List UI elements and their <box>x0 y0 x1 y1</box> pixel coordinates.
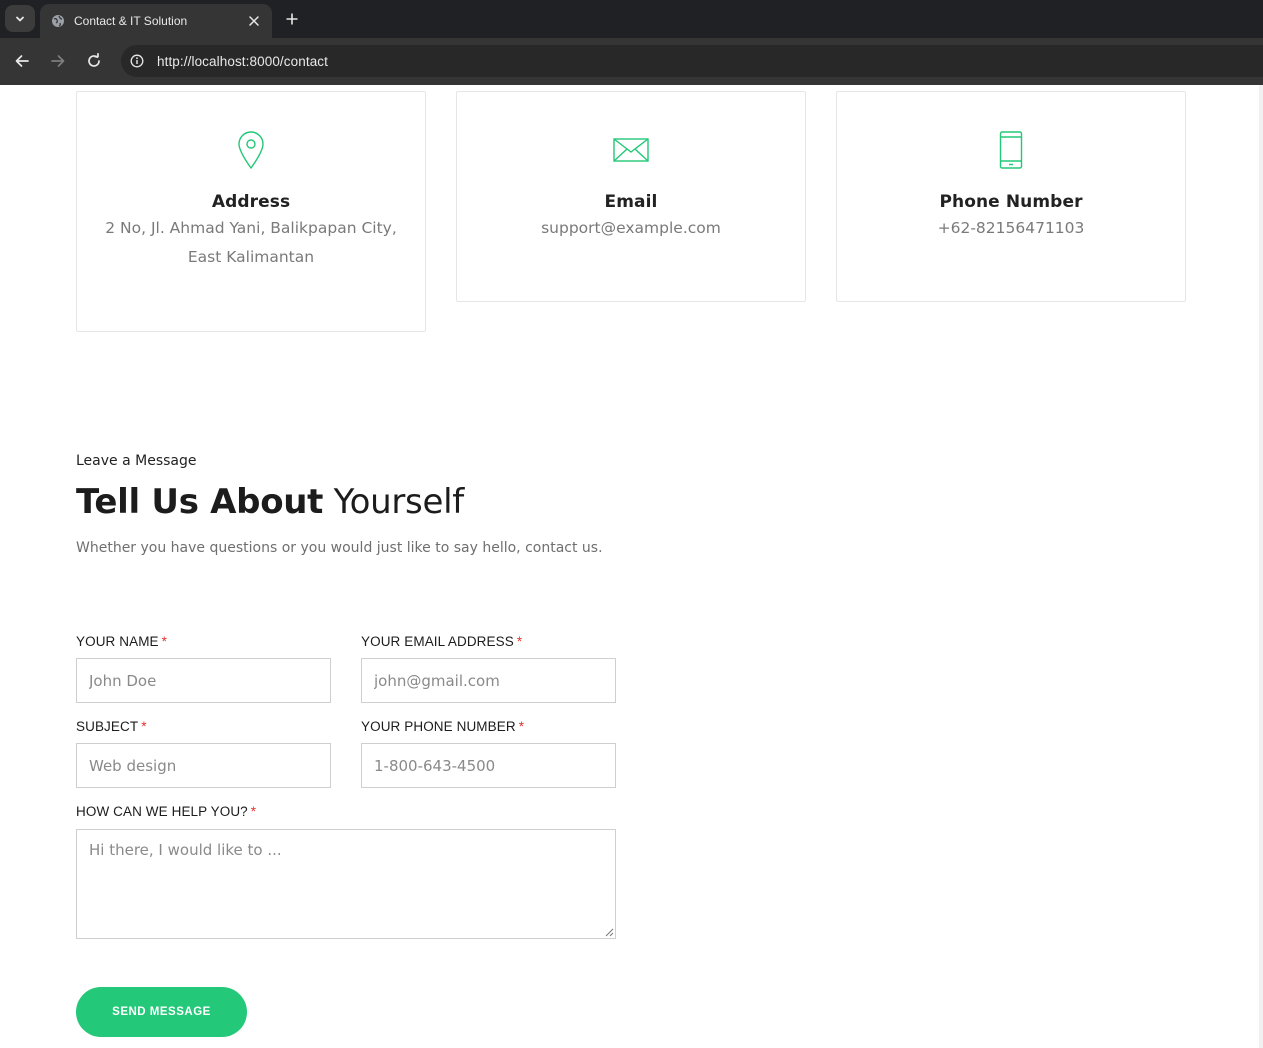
section-subtext: Whether you have questions or you would … <box>76 540 603 556</box>
card-text: support@example.com <box>457 214 805 243</box>
name-input[interactable] <box>76 658 331 703</box>
email-card: Email support@example.com <box>456 91 806 302</box>
address-line: 2 No, Jl. Ahmad Yani, Balikpapan City, <box>105 219 397 237</box>
email-input[interactable] <box>361 658 616 703</box>
subject-input[interactable] <box>76 743 331 788</box>
browser-toolbar: http://localhost:8000/contact <box>0 38 1263 85</box>
globe-icon <box>50 13 66 29</box>
address-line: East Kalimantan <box>187 248 315 266</box>
name-label: YOUR NAME * <box>76 634 167 649</box>
required-mark: * <box>141 719 147 734</box>
card-title: Address <box>211 192 291 212</box>
new-tab-button[interactable] <box>280 7 304 31</box>
tab-title: Contact & IT Solution <box>74 14 188 28</box>
resize-grip-icon[interactable] <box>604 927 614 937</box>
plus-icon <box>286 13 298 25</box>
browser-tab[interactable]: Contact & IT Solution <box>40 4 272 38</box>
map-pin-icon <box>77 130 425 170</box>
email-value: support@example.com <box>541 219 721 237</box>
close-tab-icon[interactable] <box>246 13 262 29</box>
email-label: YOUR EMAIL ADDRESS * <box>361 634 522 649</box>
tab-search-button[interactable] <box>5 5 35 32</box>
reload-button[interactable] <box>82 49 106 73</box>
phone-label: YOUR PHONE NUMBER * <box>361 719 524 734</box>
subject-label: SUBJECT * <box>76 719 147 734</box>
phone-value: +62-82156471103 <box>937 219 1085 237</box>
phone-input[interactable] <box>361 743 616 788</box>
page-scrollbar[interactable] <box>1259 85 1263 1048</box>
page-content: Address 2 No, Jl. Ahmad Yani, Balikpapan… <box>0 85 1263 1048</box>
heading-strong: Tell Us About <box>76 482 324 522</box>
phone-card: Phone Number +62-82156471103 <box>836 91 1186 302</box>
email-label-text: YOUR EMAIL ADDRESS <box>361 634 514 649</box>
message-label: HOW CAN WE HELP YOU? * <box>76 804 256 819</box>
chevron-down-icon <box>16 16 24 21</box>
card-title: Email <box>604 192 658 212</box>
required-mark: * <box>161 634 168 649</box>
section-eyebrow: Leave a Message <box>76 453 197 469</box>
message-label-text: HOW CAN WE HELP YOU? <box>76 804 248 819</box>
forward-button[interactable] <box>46 49 70 73</box>
phone-icon <box>837 130 1185 170</box>
address-bar[interactable]: http://localhost:8000/contact <box>121 45 1263 77</box>
back-button[interactable] <box>10 49 34 73</box>
message-textarea[interactable] <box>76 829 616 939</box>
envelope-icon <box>457 130 805 170</box>
reload-icon <box>88 53 100 67</box>
arrow-left-icon <box>15 55 29 67</box>
required-mark: * <box>518 719 525 734</box>
required-mark: * <box>250 804 257 819</box>
subject-label-text: SUBJECT <box>76 719 139 734</box>
card-title: Phone Number <box>939 192 1083 212</box>
card-text: 2 No, Jl. Ahmad Yani, Balikpapan City, E… <box>77 214 425 272</box>
required-mark: * <box>516 634 523 649</box>
phone-label-text: YOUR PHONE NUMBER <box>361 719 516 734</box>
heading-light: Yourself <box>333 482 465 522</box>
site-info-icon[interactable] <box>124 48 150 74</box>
name-label-text: YOUR NAME <box>76 634 159 649</box>
send-message-button[interactable]: SEND MESSAGE <box>76 987 247 1037</box>
section-heading: Tell Us About Yourself <box>76 482 464 522</box>
card-text: +62-82156471103 <box>837 214 1185 243</box>
address-card: Address 2 No, Jl. Ahmad Yani, Balikpapan… <box>76 91 426 332</box>
arrow-right-icon <box>51 55 65 67</box>
browser-tab-bar: Contact & IT Solution <box>0 0 1263 38</box>
url-text: http://localhost:8000/contact <box>157 53 329 69</box>
